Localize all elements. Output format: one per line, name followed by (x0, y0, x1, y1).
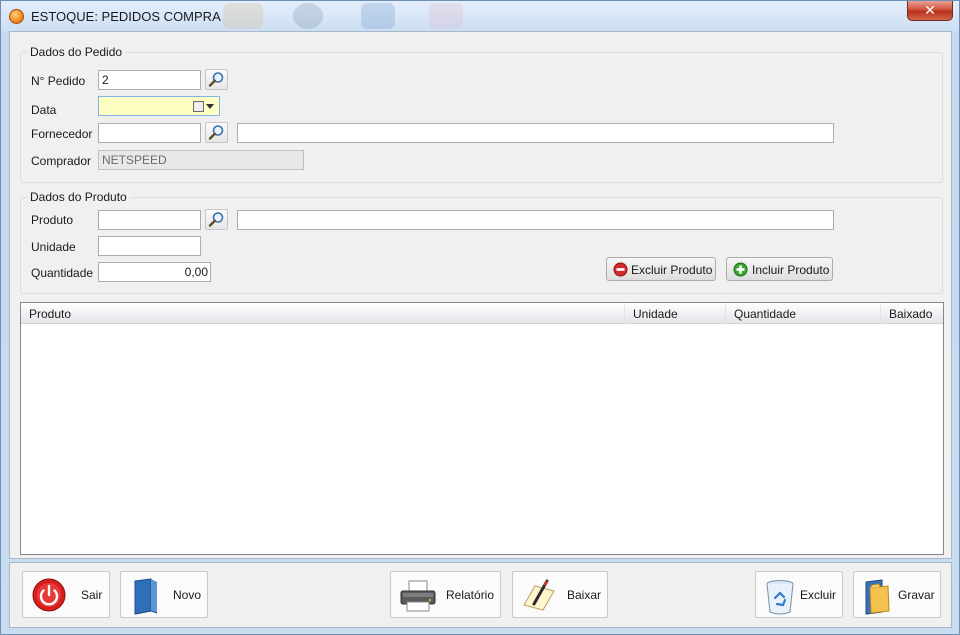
gravar-button[interactable]: Gravar (853, 571, 941, 618)
title-bar: ESTOQUE: PEDIDOS COMPRA ✕ (1, 1, 959, 31)
background-decoration-icon (429, 3, 463, 29)
minus-circle-icon (613, 262, 628, 277)
novo-label: Novo (173, 588, 202, 602)
produto-name-input[interactable] (237, 210, 834, 230)
quantidade-label: Quantidade (31, 266, 94, 280)
pedido-group-title: Dados do Pedido (27, 45, 126, 59)
column-header-unidade[interactable]: Unidade (625, 303, 726, 324)
search-fornecedor-button[interactable] (205, 122, 228, 143)
unidade-label: Unidade (31, 240, 76, 254)
action-toolbar: Sair Novo Relatório Baixar Excluir Grava… (9, 562, 952, 628)
search-pedido-button[interactable] (205, 69, 228, 90)
incluir-produto-label: Incluir Produto (752, 263, 830, 277)
pencil-paper-icon (523, 579, 555, 611)
baixar-button[interactable]: Baixar (512, 571, 608, 618)
produto-label: Produto (31, 213, 74, 227)
background-decoration-icon (361, 3, 395, 29)
excluir-label: Excluir (800, 588, 837, 602)
folder-save-icon (865, 579, 890, 615)
printer-icon (400, 580, 436, 612)
sair-button[interactable]: Sair (22, 571, 110, 618)
recycle-bin-icon (766, 580, 794, 615)
magnifier-icon (208, 125, 224, 140)
gravar-label: Gravar (898, 588, 935, 602)
novo-button[interactable]: Novo (120, 571, 208, 618)
data-label: Data (31, 103, 57, 117)
magnifier-icon (208, 212, 224, 227)
numero-pedido-input[interactable]: 2 (98, 70, 201, 90)
chevron-down-icon[interactable] (206, 104, 214, 109)
numero-pedido-label: N° Pedido (31, 74, 86, 88)
column-header-quantidade[interactable]: Quantidade (726, 303, 881, 324)
excluir-produto-label: Excluir Produto (631, 263, 713, 277)
produtos-grid[interactable]: Produto Unidade Quantidade Baixado (20, 302, 944, 555)
column-header-produto[interactable]: Produto (21, 303, 625, 324)
comprador-label: Comprador (31, 154, 92, 168)
close-window-button[interactable]: ✕ (907, 1, 953, 21)
excluir-button[interactable]: Excluir (755, 571, 843, 618)
baixar-label: Baixar (567, 588, 602, 602)
background-decoration-icon (293, 3, 323, 29)
sair-label: Sair (81, 588, 103, 602)
relatorio-label: Relatório (446, 588, 495, 602)
grid-header: Produto Unidade Quantidade Baixado (21, 303, 943, 324)
book-icon (134, 578, 158, 615)
fornecedor-label: Fornecedor (31, 127, 93, 141)
quantidade-input[interactable]: 0,00 (98, 262, 211, 282)
incluir-produto-button[interactable]: Incluir Produto (726, 257, 833, 281)
excluir-produto-button[interactable]: Excluir Produto (606, 257, 716, 281)
fornecedor-name-input[interactable] (237, 123, 834, 143)
background-decoration-icon (223, 3, 263, 29)
comprador-input: NETSPEED (98, 150, 304, 170)
magnifier-icon (208, 72, 224, 87)
power-icon (32, 578, 66, 612)
produto-group-title: Dados do Produto (27, 190, 130, 204)
unidade-input[interactable] (98, 236, 201, 256)
produto-code-input[interactable] (98, 210, 201, 230)
plus-circle-icon (733, 262, 748, 277)
fornecedor-code-input[interactable] (98, 123, 201, 143)
main-window: ESTOQUE: PEDIDOS COMPRA ✕ Dados do Pedid… (0, 0, 960, 635)
column-header-baixado[interactable]: Baixado (881, 303, 943, 324)
calendar-icon[interactable] (193, 101, 204, 112)
app-logo-icon (9, 9, 24, 24)
search-produto-button[interactable] (205, 209, 228, 230)
relatorio-button[interactable]: Relatório (390, 571, 501, 618)
window-title: ESTOQUE: PEDIDOS COMPRA (31, 9, 221, 24)
